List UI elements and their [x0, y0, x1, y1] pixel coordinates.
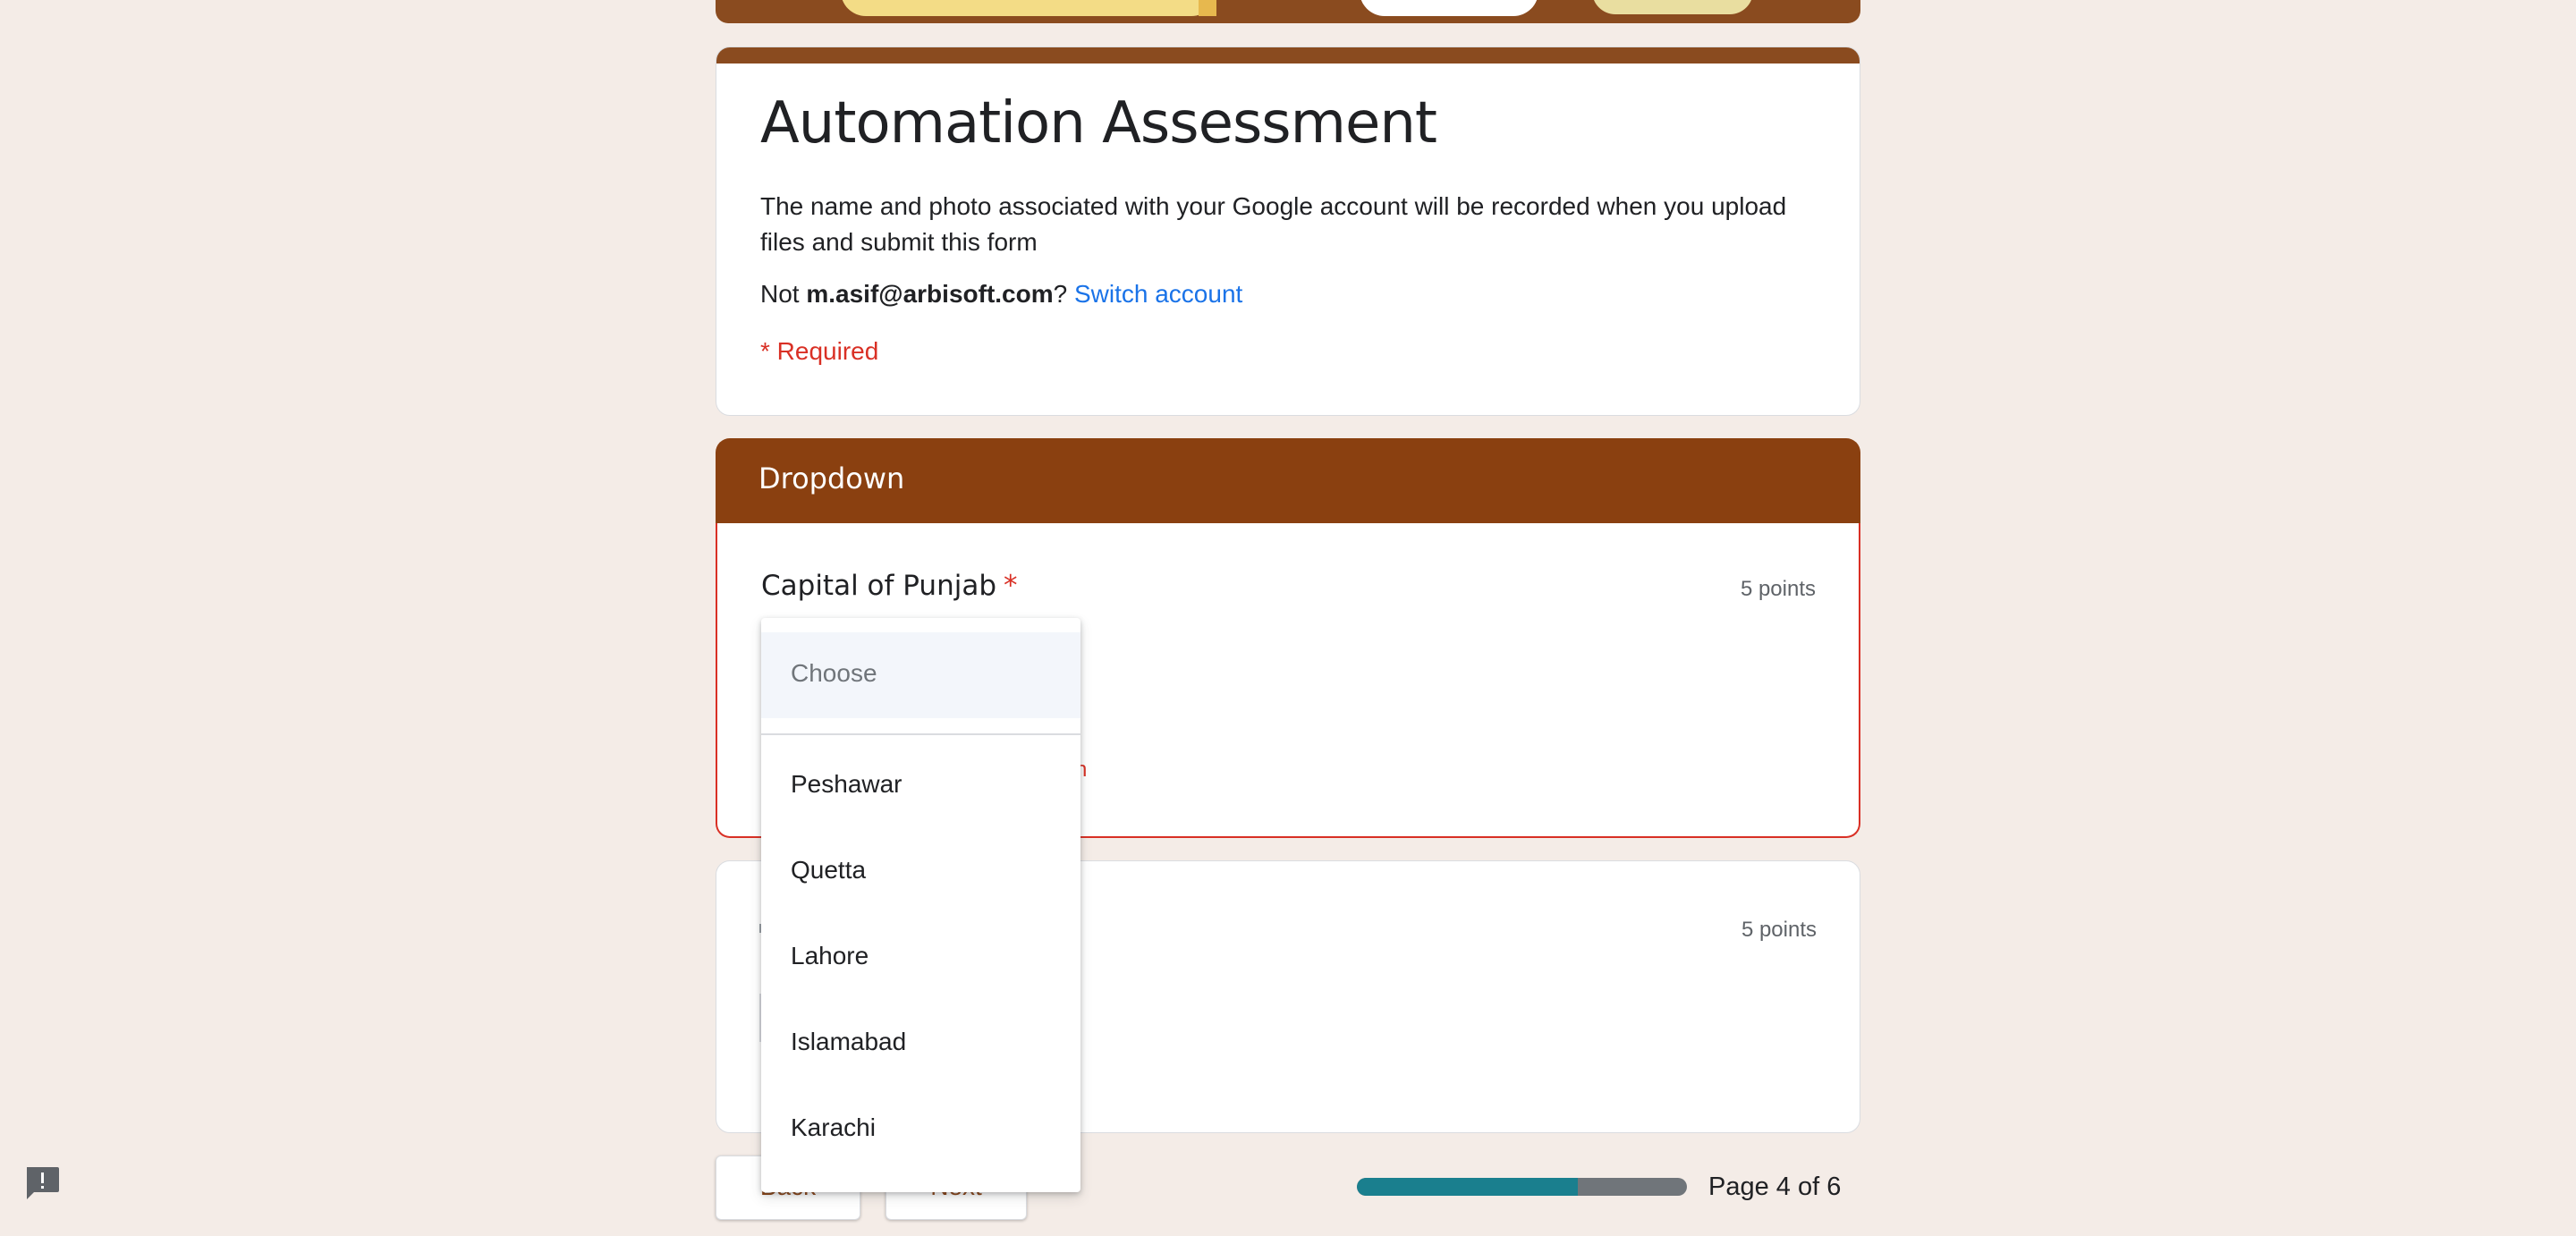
question-title: Capital of Punjab *	[761, 570, 1018, 602]
account-suffix: ?	[1053, 280, 1068, 308]
progress-bar-fill	[1357, 1178, 1579, 1196]
header-banner-image	[716, 0, 1860, 23]
report-icon[interactable]	[23, 1165, 61, 1201]
section-title: Dropdown	[758, 461, 905, 495]
dropdown-option[interactable]: Islamabad	[761, 1001, 1080, 1087]
progress-bar	[1357, 1178, 1687, 1196]
dropdown-placeholder: Choose	[791, 659, 877, 687]
question-points: 5 points	[1741, 918, 1817, 942]
question-points: 5 points	[1740, 577, 1816, 601]
page-indicator: Page 4 of 6	[1708, 1173, 1842, 1201]
account-prefix: Not	[760, 280, 807, 308]
question-title-text: Capital of Punjab	[761, 570, 997, 602]
theme-top-bar	[716, 47, 1860, 63]
dropdown-option[interactable]: Karachi	[761, 1087, 1080, 1173]
switch-account-link[interactable]: Switch account	[1074, 280, 1242, 308]
required-note: * Required	[760, 337, 879, 365]
form-title: Automation Assessment	[760, 90, 1437, 157]
account-line: Not m.asif@arbisoft.com? Switch account	[760, 280, 1242, 309]
dropdown-option-label: Islamabad	[791, 1028, 907, 1055]
section-header: Dropdown	[716, 438, 1860, 524]
dropdown-option[interactable]: Lahore	[761, 915, 1080, 1001]
form-title-card: Automation Assessment The name and photo…	[716, 47, 1860, 416]
required-asterisk: *	[1004, 570, 1018, 602]
dropdown-option-label: Quetta	[791, 856, 867, 884]
dropdown-option[interactable]: Peshawar	[761, 743, 1080, 829]
dropdown-option-label: Peshawar	[791, 770, 902, 798]
dropdown-divider	[761, 733, 1080, 735]
dropdown-option[interactable]: Quetta	[761, 829, 1080, 915]
dropdown-menu[interactable]: Choose Peshawar Quetta Lahore Islamabad …	[761, 618, 1080, 1192]
dropdown-option-choose[interactable]: Choose	[761, 632, 1080, 718]
form-description: The name and photo associated with your …	[760, 192, 1787, 256]
account-email: m.asif@arbisoft.com	[806, 280, 1054, 308]
dropdown-option-label: Karachi	[791, 1113, 876, 1141]
dropdown-option-label: Lahore	[791, 942, 869, 969]
